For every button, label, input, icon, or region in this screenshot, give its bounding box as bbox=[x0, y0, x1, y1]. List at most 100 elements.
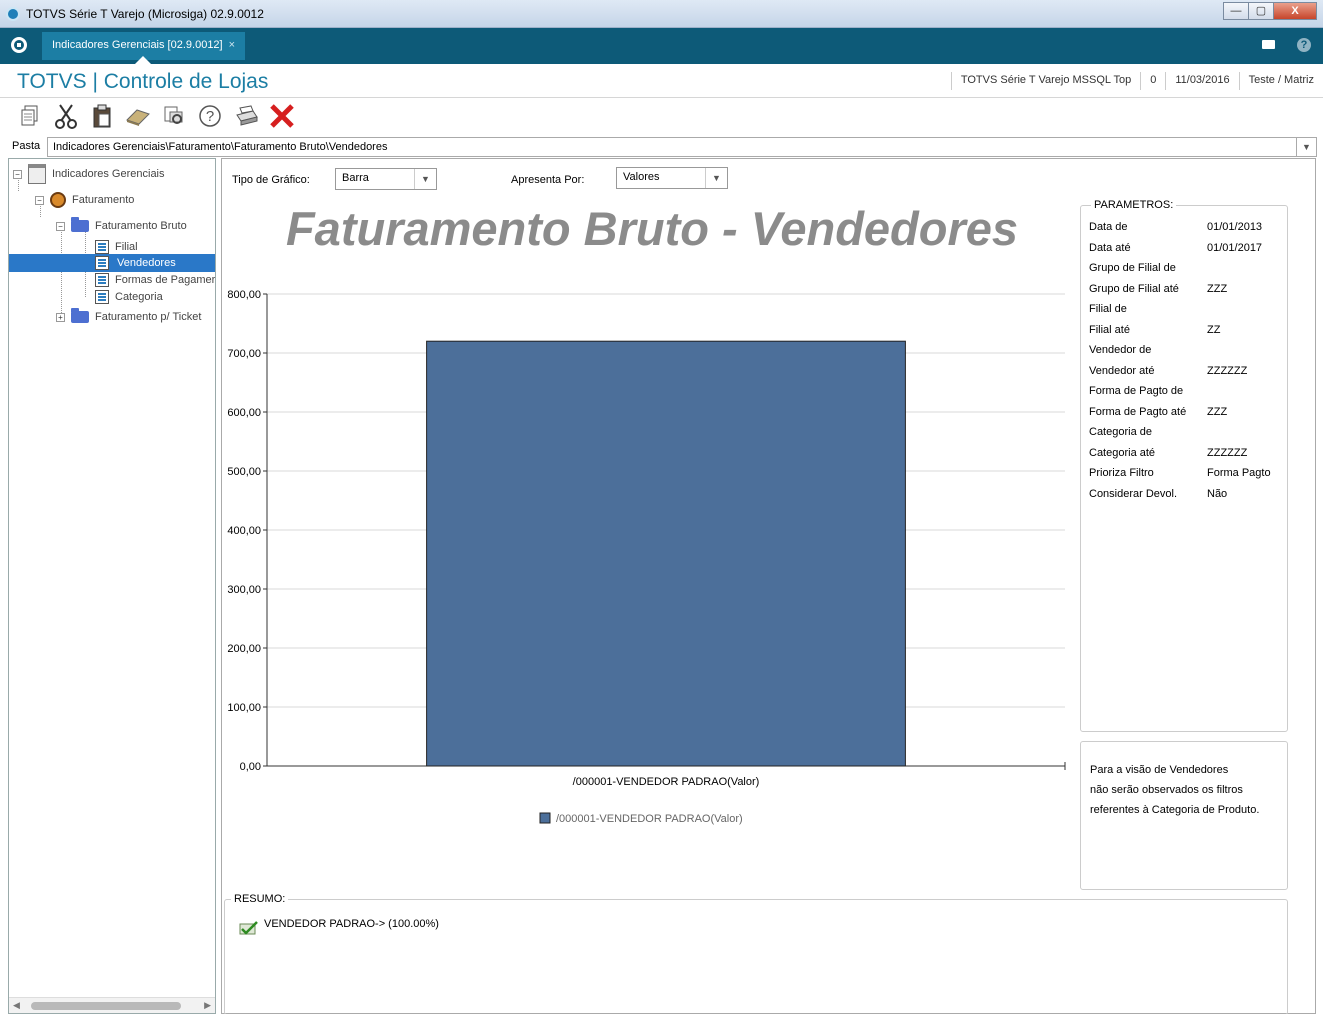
tree-node-vendedores[interactable]: Vendedores bbox=[9, 254, 215, 272]
parametro-label: Forma de Pagto até bbox=[1089, 405, 1187, 418]
report-icon bbox=[28, 164, 46, 184]
x-category-label: /000001-VENDEDOR PADRAO(Valor) bbox=[573, 776, 760, 788]
tree-node-formas-de-pagamento[interactable]: Formas de Pagamer bbox=[95, 271, 215, 289]
parametro-label: Filial de bbox=[1089, 303, 1127, 315]
checkmark-icon bbox=[239, 921, 258, 935]
navigation-tree[interactable]: − Indicadores Gerenciais − Faturamento −… bbox=[8, 158, 216, 1014]
window-title-bar[interactable]: TOTVS Série T Varejo (Microsiga) 02.9.00… bbox=[0, 0, 1323, 28]
pasta-dropdown-icon[interactable]: ▼ bbox=[1297, 137, 1317, 157]
tree-horizontal-scrollbar[interactable]: ◀ ▶ bbox=[9, 997, 215, 1013]
apresenta-por-select[interactable]: Valores ▼ bbox=[616, 167, 728, 189]
paste-icon[interactable] bbox=[84, 100, 120, 132]
legend-label: /000001-VENDEDOR PADRAO(Valor) bbox=[556, 813, 743, 825]
y-tick-label: 500,00 bbox=[227, 466, 261, 478]
parametro-value: 01/01/2017 bbox=[1207, 241, 1263, 254]
parametro-row: Categoria de bbox=[1089, 426, 1152, 440]
close-window-button[interactable]: X bbox=[1273, 2, 1317, 20]
note-panel: Para a visão de Vendedores não serão obs… bbox=[1080, 741, 1288, 890]
tree-node-label: Faturamento Bruto bbox=[95, 220, 187, 232]
parametro-row: Filial de bbox=[1089, 303, 1127, 317]
parametro-row: Vendedor até ZZZZZZ bbox=[1089, 364, 1247, 379]
tree-node-label: Filial bbox=[115, 241, 138, 253]
apresenta-por-label: Apresenta Por: bbox=[511, 174, 585, 186]
print-icon[interactable] bbox=[228, 100, 264, 132]
tree-node-faturamento[interactable]: − Faturamento bbox=[35, 191, 134, 209]
parametro-row: Data de 01/01/2013 bbox=[1089, 221, 1262, 235]
chart-title: Faturamento Bruto - Vendedores bbox=[285, 202, 1019, 255]
totvs-logo-icon[interactable] bbox=[11, 37, 27, 53]
parametro-label: Data de bbox=[1089, 221, 1128, 233]
tipo-grafico-label: Tipo de Gráfico: bbox=[232, 174, 310, 186]
pasta-label: Pasta bbox=[12, 140, 41, 152]
y-tick-label: 300,00 bbox=[227, 584, 261, 596]
y-tick-label: 0,00 bbox=[240, 761, 261, 773]
tree-node-indicadores-gerenciais[interactable]: − Indicadores Gerenciais bbox=[13, 164, 165, 184]
parametro-value: ZZZZZZ bbox=[1207, 446, 1248, 459]
bar bbox=[426, 340, 906, 767]
toolbar: ? bbox=[0, 98, 1323, 134]
pasta-row: Pasta Indicadores Gerenciais\Faturamento… bbox=[0, 136, 1323, 158]
parametro-label: Considerar Devol. bbox=[1089, 487, 1178, 500]
parametro-label: Categoria até bbox=[1089, 446, 1156, 459]
app-header: TOTVS | Controle de Lojas TOTVS Série T … bbox=[0, 64, 1323, 98]
eraser-icon[interactable] bbox=[120, 100, 156, 132]
resumo-panel: RESUMO: VENDEDOR PADRAO-> (100.00%) bbox=[224, 893, 1288, 1014]
parametro-row: Forma de Pagto até ZZZ bbox=[1089, 405, 1227, 420]
tree-node-faturamento-ticket[interactable]: + Faturamento p/ Ticket bbox=[56, 308, 201, 326]
parametro-label: Vendedor até bbox=[1089, 364, 1155, 377]
parametro-row: Grupo de Filial de bbox=[1089, 262, 1176, 276]
close-icon[interactable] bbox=[264, 100, 300, 132]
header-company: Teste / Matriz bbox=[1238, 72, 1323, 90]
cut-icon[interactable] bbox=[48, 100, 84, 132]
tipo-grafico-select[interactable]: Barra ▼ bbox=[335, 168, 437, 190]
tree-node-label: Categoria bbox=[115, 291, 163, 303]
mail-icon[interactable] bbox=[1262, 40, 1275, 49]
scroll-right-icon[interactable]: ▶ bbox=[204, 1000, 211, 1011]
parametro-label: Filial até bbox=[1089, 323, 1130, 336]
parametro-value: Forma Pagto bbox=[1207, 467, 1271, 479]
bar-chart: 0,00 100,00 200,00 300,00 400,00 500,00 600,00… bbox=[227, 289, 1066, 825]
folder-icon bbox=[71, 217, 89, 232]
parametro-row: Grupo de Filial até ZZZ bbox=[1089, 283, 1227, 297]
parametro-value: 01/01/2013 bbox=[1207, 221, 1263, 233]
tree-node-faturamento-bruto[interactable]: − Faturamento Bruto bbox=[56, 217, 187, 235]
tab-pointer bbox=[135, 56, 151, 64]
help-circle-icon[interactable]: ? bbox=[1297, 38, 1311, 52]
scroll-left-icon[interactable]: ◀ bbox=[13, 1000, 20, 1011]
copy-icon[interactable] bbox=[12, 100, 48, 132]
legend-swatch bbox=[539, 812, 551, 824]
tab-close-icon[interactable]: × bbox=[229, 39, 235, 51]
svg-text:?: ? bbox=[206, 108, 214, 125]
note-line: Para a visão de Vendedores bbox=[1090, 764, 1229, 776]
parametro-label: Grupo de Filial de bbox=[1089, 262, 1176, 274]
maximize-button[interactable]: ▢ bbox=[1248, 2, 1274, 20]
collapse-icon[interactable]: − bbox=[56, 221, 65, 231]
minimize-button[interactable]: — bbox=[1223, 2, 1249, 20]
collapse-icon[interactable]: − bbox=[35, 195, 44, 205]
tree-node-label: Faturamento p/ Ticket bbox=[95, 311, 202, 323]
chevron-down-icon[interactable]: ▼ bbox=[414, 169, 436, 189]
y-tick-label: 700,00 bbox=[227, 348, 261, 360]
tree-node-categoria[interactable]: Categoria bbox=[95, 288, 163, 306]
pasta-path-field[interactable]: Indicadores Gerenciais\Faturamento\Fatur… bbox=[47, 137, 1297, 157]
scrollbar-thumb[interactable] bbox=[31, 1002, 181, 1010]
header-environment: TOTVS Série T Varejo MSSQL Top bbox=[950, 72, 1140, 90]
collapse-icon[interactable]: − bbox=[13, 169, 22, 179]
parametro-row: Considerar Devol. Não bbox=[1089, 487, 1227, 502]
resumo-item: VENDEDOR PADRAO-> (100.00%) bbox=[264, 918, 439, 930]
parametros-panel: PARAMETROS: Data de 01/01/2013 Data até 01/… bbox=[1080, 199, 1288, 732]
tipo-grafico-value: Barra bbox=[342, 172, 369, 184]
parametro-row: Categoria até ZZZZZZ bbox=[1089, 446, 1247, 461]
resumo-title: RESUMO: bbox=[231, 893, 289, 905]
note-line: referentes à Categoria de Produto. bbox=[1090, 804, 1260, 816]
parametro-label: Prioriza Filtro bbox=[1089, 467, 1154, 479]
expand-icon[interactable]: + bbox=[56, 312, 65, 322]
parametro-row: Data até 01/01/2017 bbox=[1089, 242, 1262, 256]
help-icon[interactable]: ? bbox=[192, 100, 228, 132]
parametro-row: Filial até ZZ bbox=[1089, 323, 1220, 338]
parametro-value: ZZZ bbox=[1207, 405, 1228, 418]
chevron-down-icon[interactable]: ▼ bbox=[705, 168, 727, 188]
print-preview-icon[interactable] bbox=[156, 100, 192, 132]
window-title: TOTVS Série T Varejo (Microsiga) 02.9.00… bbox=[26, 7, 264, 21]
tree-node-label: Formas de Pagamer bbox=[115, 274, 216, 286]
